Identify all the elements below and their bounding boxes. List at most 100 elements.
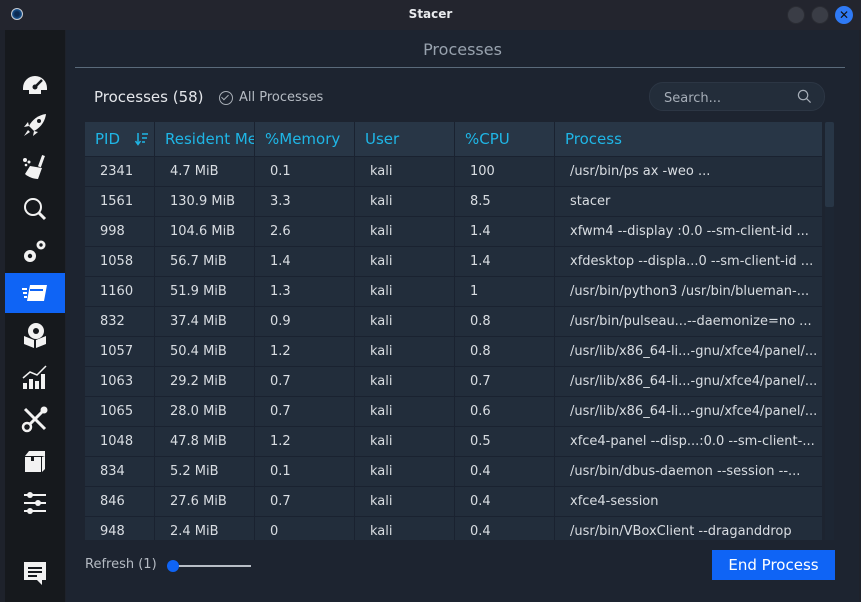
title-divider <box>75 67 845 68</box>
all-processes-checkbox[interactable]: All Processes <box>219 90 323 105</box>
table-row[interactable]: 998 104.6 MiB 2.6 kali 1.4 xfwm4 --display :0… <box>85 217 822 247</box>
search-input[interactable] <box>662 88 796 108</box>
column-header-resident-memory[interactable]: Resident Memory <box>155 122 255 156</box>
cell-process: /usr/bin/pulseau...--daemonize=no ... <box>570 314 812 329</box>
search-icon[interactable] <box>797 89 812 104</box>
cell-memory-percent: 1.2 <box>255 337 355 366</box>
sidebar-item-dashboard[interactable] <box>5 63 65 103</box>
cell-resident-memory: 50.4 MiB <box>155 337 255 366</box>
cell-process: /usr/bin/VBoxClient --draganddrop <box>570 524 792 539</box>
cell-user: kali <box>355 457 455 486</box>
sidebar-item-services[interactable] <box>5 231 65 271</box>
sidebar <box>5 30 65 602</box>
cell-user: kali <box>355 337 455 366</box>
cell-pid: 2341 <box>85 157 155 186</box>
cell-memory-percent: 0 <box>255 517 355 540</box>
cell-process: xfce4-panel --disp...:0.0 --sm-client-..… <box>570 434 815 449</box>
cell-resident-memory: 104.6 MiB <box>155 217 255 246</box>
cell-pid: 1160 <box>85 277 155 306</box>
table-row[interactable]: 1058 56.7 MiB 1.4 kali 1.4 xfdesktop --displa… <box>85 247 822 277</box>
cell-process: /usr/lib/x86_64-li...-gnu/xfce4/panel/..… <box>570 374 818 389</box>
cell-user: kali <box>355 367 455 396</box>
check-circle-icon <box>219 90 233 105</box>
title-bar: Stacer ✕ <box>0 0 861 30</box>
table-row[interactable]: 1160 51.9 MiB 1.3 kali 1/usr/bin/python3 /us… <box>85 277 822 307</box>
cell-cpu-percent: 0.6 <box>455 397 555 426</box>
cell-user: kali <box>355 187 455 216</box>
window-title: Stacer <box>408 7 453 21</box>
cell-cpu-percent: 0.5 <box>455 427 555 456</box>
all-processes-label: All Processes <box>239 90 324 105</box>
cell-pid: 1065 <box>85 397 155 426</box>
sidebar-item-resources[interactable] <box>5 357 65 397</box>
rocket-icon <box>24 114 46 136</box>
cell-memory-percent: 1.3 <box>255 277 355 306</box>
sidebar-item-helpers[interactable] <box>5 399 65 439</box>
table-row[interactable]: 948 2.4 MiB 0 kali 0.4/usr/bin/VBoxClient --… <box>85 517 822 540</box>
cell-resident-memory: 4.7 MiB <box>155 157 255 186</box>
table-row[interactable]: 2341 4.7 MiB 0.1 kali 100/usr/bin/ps ax -weo… <box>85 157 822 187</box>
slider-handle[interactable] <box>167 560 179 572</box>
table-row[interactable]: 1057 50.4 MiB 1.2 kali 0.8/usr/lib/x86_64-li… <box>85 337 822 367</box>
cell-pid: 998 <box>85 217 155 246</box>
end-process-button[interactable]: End Process <box>712 550 835 580</box>
cell-process: /usr/bin/python3 /usr/bin/blueman-... <box>570 284 810 299</box>
sidebar-item-search[interactable] <box>5 189 65 229</box>
cell-pid: 1048 <box>85 427 155 456</box>
cell-user: kali <box>355 487 455 516</box>
maximize-button[interactable] <box>811 6 829 24</box>
processes-page: Processes Processes (58) All Processes P… <box>66 30 859 602</box>
cell-resident-memory: 130.9 MiB <box>155 187 255 216</box>
broom-icon <box>23 155 45 179</box>
sidebar-item-processes[interactable] <box>5 273 65 313</box>
cell-resident-memory: 2.4 MiB <box>155 517 255 540</box>
scrollbar-thumb[interactable] <box>825 122 834 207</box>
cell-pid: 948 <box>85 517 155 540</box>
minimize-button[interactable] <box>787 6 805 24</box>
box-icon <box>25 451 45 472</box>
table-row[interactable]: 1065 28.0 MiB 0.7 kali 0.6/usr/lib/x86_64-li… <box>85 397 822 427</box>
processes-table: PID Resident Memory %Memory User %CPU Pr… <box>85 122 822 540</box>
cell-pid: 846 <box>85 487 155 516</box>
column-header-user[interactable]: User <box>355 122 455 156</box>
cell-memory-percent: 0.7 <box>255 397 355 426</box>
feedback-icon <box>24 562 46 585</box>
cell-cpu-percent: 1.4 <box>455 247 555 276</box>
table-scrollbar[interactable] <box>825 122 834 540</box>
search-box[interactable] <box>649 82 825 111</box>
table-row[interactable]: 1561 130.9 MiB 3.3 kali 8.5 stacer <box>85 187 822 217</box>
close-icon: ✕ <box>838 8 850 22</box>
column-header-pid[interactable]: PID <box>85 122 155 156</box>
sliders-icon <box>24 492 46 514</box>
gears-icon <box>24 240 46 262</box>
table-row[interactable]: 1048 47.8 MiB 1.2 kali 0.5 xfce4-panel --disp… <box>85 427 822 457</box>
tools-icon <box>21 406 48 433</box>
sidebar-item-uninstaller[interactable] <box>5 315 65 355</box>
sidebar-item-system-cleaner[interactable] <box>5 147 65 187</box>
package-disk-icon <box>24 323 46 348</box>
cell-user: kali <box>355 397 455 426</box>
table-row[interactable]: 832 37.4 MiB 0.9 kali 0.8/usr/bin/pulseau...… <box>85 307 822 337</box>
refresh-slider[interactable] <box>167 559 252 573</box>
table-row[interactable]: 846 27.6 MiB 0.7 kali 0.4 xfce4-session <box>85 487 822 517</box>
cell-user: kali <box>355 157 455 186</box>
cell-memory-percent: 3.3 <box>255 187 355 216</box>
cell-user: kali <box>355 247 455 276</box>
sidebar-item-settings[interactable] <box>5 483 65 523</box>
table-row[interactable]: 834 5.2 MiB 0.1 kali 0.4/usr/bin/dbus-daemon… <box>85 457 822 487</box>
cell-user: kali <box>355 217 455 246</box>
chart-icon <box>22 365 47 389</box>
table-row[interactable]: 1063 29.2 MiB 0.7 kali 0.7/usr/lib/x86_64-li… <box>85 367 822 397</box>
cell-pid: 1057 <box>85 337 155 366</box>
sidebar-item-feedback[interactable] <box>5 553 65 593</box>
cell-memory-percent: 0.1 <box>255 157 355 186</box>
sidebar-item-apt-repository[interactable] <box>5 441 65 481</box>
sort-descending-icon <box>135 133 148 146</box>
cell-process: /usr/lib/x86_64-li...-gnu/xfce4/panel/..… <box>570 404 818 419</box>
column-header-memory-percent[interactable]: %Memory <box>255 122 355 156</box>
column-header-cpu-percent[interactable]: %CPU <box>455 122 555 156</box>
column-header-process[interactable]: Process <box>555 122 822 156</box>
cell-cpu-percent: 1.4 <box>455 217 555 246</box>
close-button[interactable]: ✕ <box>835 6 853 24</box>
sidebar-item-startup-apps[interactable] <box>5 105 65 145</box>
